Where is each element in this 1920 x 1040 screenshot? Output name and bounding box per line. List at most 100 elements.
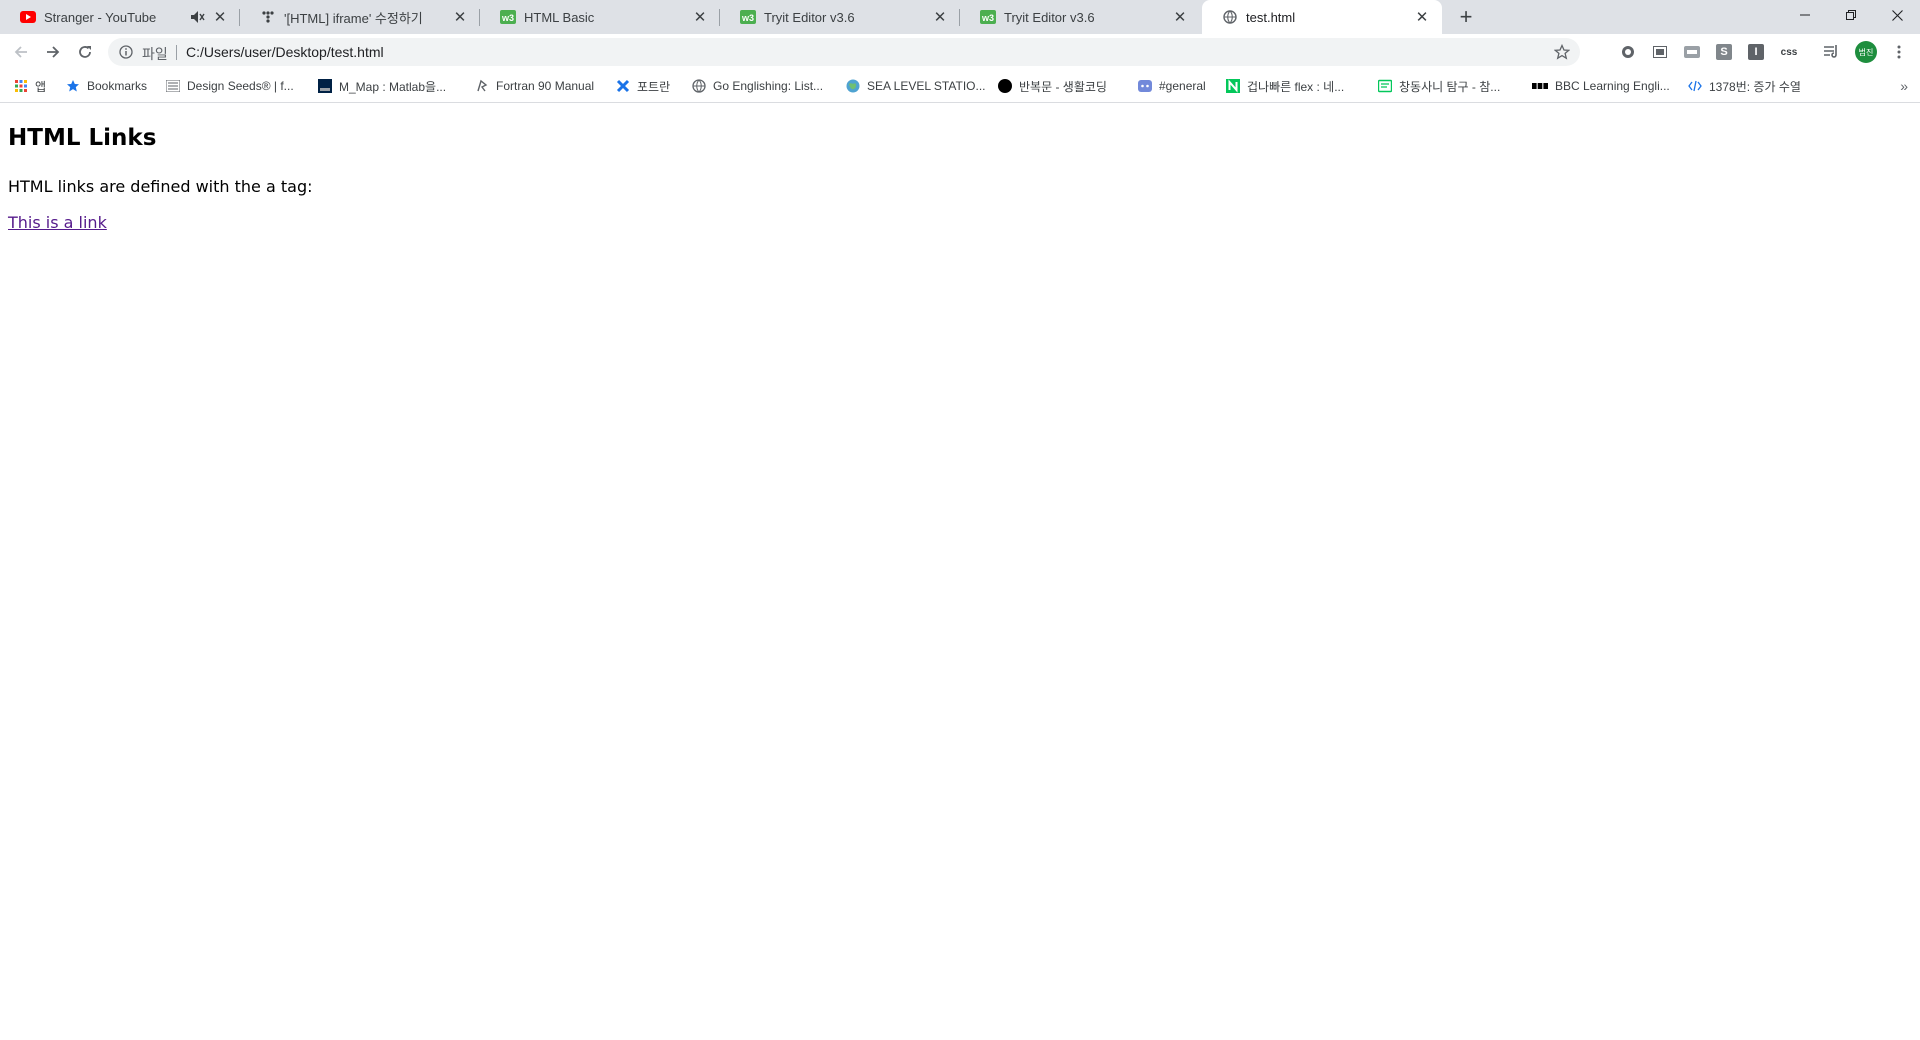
bookmark-fortran-kr[interactable]: 포트란 [616,78,670,94]
forward-button[interactable] [40,39,66,65]
bookmark-label: BBC Learning Engli... [1555,79,1670,93]
bookmark-label: 겁나빠른 flex : 네... [1247,79,1345,94]
discord-icon [1138,79,1152,93]
browser-toolbar: 파일 C:/Users/user/Desktop/test.html S I c… [0,34,1920,70]
globe-icon [1222,9,1238,25]
bookmarks-bar: 앱 Bookmarks Design Seeds® | f... M_Map :… [0,70,1920,103]
extension-circle-icon[interactable] [1620,44,1636,60]
bookmark-blog[interactable]: 창동사니 탐구 - 참... [1378,78,1500,94]
extension-i-icon[interactable]: I [1748,44,1764,60]
tab-title: HTML Basic [524,9,595,25]
bookmark-label: Design Seeds® | f... [187,79,294,93]
w3schools-icon: w3 [980,9,996,25]
cross-icon [616,79,630,93]
bookmark-bookmarks-folder[interactable]: Bookmarks [66,78,147,94]
bookmark-label: SEA LEVEL STATIO... [867,79,986,93]
globe-icon [692,79,706,93]
bookmark-label: Fortran 90 Manual [496,79,595,93]
omnibox-divider [176,45,177,60]
svg-text:w3: w3 [741,13,754,23]
fortran-icon [475,79,489,93]
tab-tryit-editor-1[interactable]: w3 Tryit Editor v3.6 ✕ [720,0,960,34]
bookmark-baekjoon-1378[interactable]: 1378번: 증가 수열 [1688,78,1801,94]
bookmark-bbc-learning[interactable]: BBC Learning Engli... [1532,78,1670,94]
page-description: HTML links are defined with the a tag: [8,177,313,196]
kebab-menu-icon[interactable] [1891,44,1907,60]
youtube-icon [20,9,36,25]
reading-list-icon[interactable] [1824,44,1840,60]
bookmark-apps[interactable]: 앱 [14,78,46,94]
blog-icon [1378,79,1392,93]
design-seeds-icon [166,79,180,93]
svg-text:w3: w3 [981,13,994,23]
apps-grid-icon [14,79,28,93]
tab-tistory[interactable]: '[HTML] iframe' 수정하기 ✕ [240,0,480,34]
address-bar[interactable]: 파일 C:/Users/user/Desktop/test.html [108,38,1580,66]
extension-ghost-icon[interactable] [1684,44,1700,60]
bookmark-go-englishing[interactable]: Go Englishing: List... [692,78,823,94]
tab-tryit-editor-2[interactable]: w3 Tryit Editor v3.6 ✕ [960,0,1200,34]
restore-button[interactable] [1828,0,1874,30]
earth-icon [846,79,860,93]
bookmark-flex-naver[interactable]: 겁나빠른 flex : 네... [1226,78,1344,94]
close-tab-icon[interactable]: ✕ [212,9,228,26]
extension-s-icon[interactable]: S [1716,44,1732,60]
close-tab-icon[interactable]: ✕ [692,9,708,26]
tab-title: Stranger - YouTube [44,9,157,25]
bookmark-design-seeds[interactable]: Design Seeds® | f... [166,78,294,94]
tab-test-html[interactable]: test.html ✕ [1202,0,1442,34]
minimize-button[interactable] [1782,0,1828,30]
bookmark-label: Bookmarks [87,79,148,93]
bookmark-discord-general[interactable]: #general [1138,78,1206,94]
profile-avatar[interactable]: 범진 [1855,41,1877,63]
close-tab-icon[interactable]: ✕ [1172,9,1188,26]
speaker-muted-icon[interactable] [190,9,206,25]
svg-text:w3: w3 [501,13,514,23]
extension-screen-icon[interactable] [1652,44,1668,60]
close-tab-icon[interactable]: ✕ [932,9,948,26]
new-tab-button[interactable]: + [1454,4,1478,29]
bookmark-sea-level-station[interactable]: SEA LEVEL STATIO... [846,78,986,94]
extension-css-icon[interactable]: css [1778,44,1800,60]
tab-youtube[interactable]: Stranger - YouTube ✕ [0,0,240,34]
ubc-icon [318,79,332,93]
reload-button[interactable] [72,39,98,65]
url-text[interactable]: C:/Users/user/Desktop/test.html [186,44,384,60]
tab-title: test.html [1246,9,1296,25]
close-window-button[interactable] [1874,0,1920,30]
black-circle-icon [998,79,1012,93]
naver-icon [1226,79,1240,93]
bbc-icon [1532,79,1548,93]
tab-title: Tryit Editor v3.6 [1004,9,1095,25]
close-window-icon [1891,9,1903,21]
bookmark-label: 반복문 - 생활코딩 [1019,79,1107,94]
back-button[interactable] [8,39,34,65]
arrow-right-icon [47,46,60,58]
bookmark-fortran-manual[interactable]: Fortran 90 Manual [475,78,594,94]
tistory-icon [260,9,276,25]
bookmark-label: M_Map : Matlab을... [339,79,447,94]
example-link[interactable]: This is a link [8,213,107,232]
bookmark-label: 창동사니 탐구 - 참... [1399,79,1501,94]
bookmark-m-map[interactable]: M_Map : Matlab을... [318,78,446,94]
url-scheme-label: 파일 [142,46,168,62]
star-icon [66,79,80,93]
restore-icon [1846,10,1856,20]
close-tab-icon[interactable]: ✕ [452,9,468,26]
w3schools-icon: w3 [500,9,516,25]
bookmark-label: Go Englishing: List... [713,79,824,93]
more-bookmarks-chevron-icon[interactable]: » [1900,78,1908,94]
close-tab-icon[interactable]: ✕ [1414,9,1430,26]
bookmark-label: #general [1159,79,1206,93]
tab-title: '[HTML] iframe' 수정하기 [284,10,423,26]
bookmark-label: 포트란 [637,79,671,94]
tab-strip: Stranger - YouTube ✕ '[HTML] iframe' 수정하… [0,0,1920,34]
bookmark-label: 1378번: 증가 수열 [1709,79,1801,94]
bookmark-star-icon[interactable] [1554,44,1570,60]
w3schools-icon: w3 [740,9,756,25]
bookmark-opentutorials[interactable]: 반복문 - 생활코딩 [998,78,1107,94]
reload-icon [79,46,91,58]
arrow-left-icon [14,46,27,58]
info-icon[interactable] [118,44,134,60]
tab-html-basic[interactable]: w3 HTML Basic ✕ [480,0,720,34]
